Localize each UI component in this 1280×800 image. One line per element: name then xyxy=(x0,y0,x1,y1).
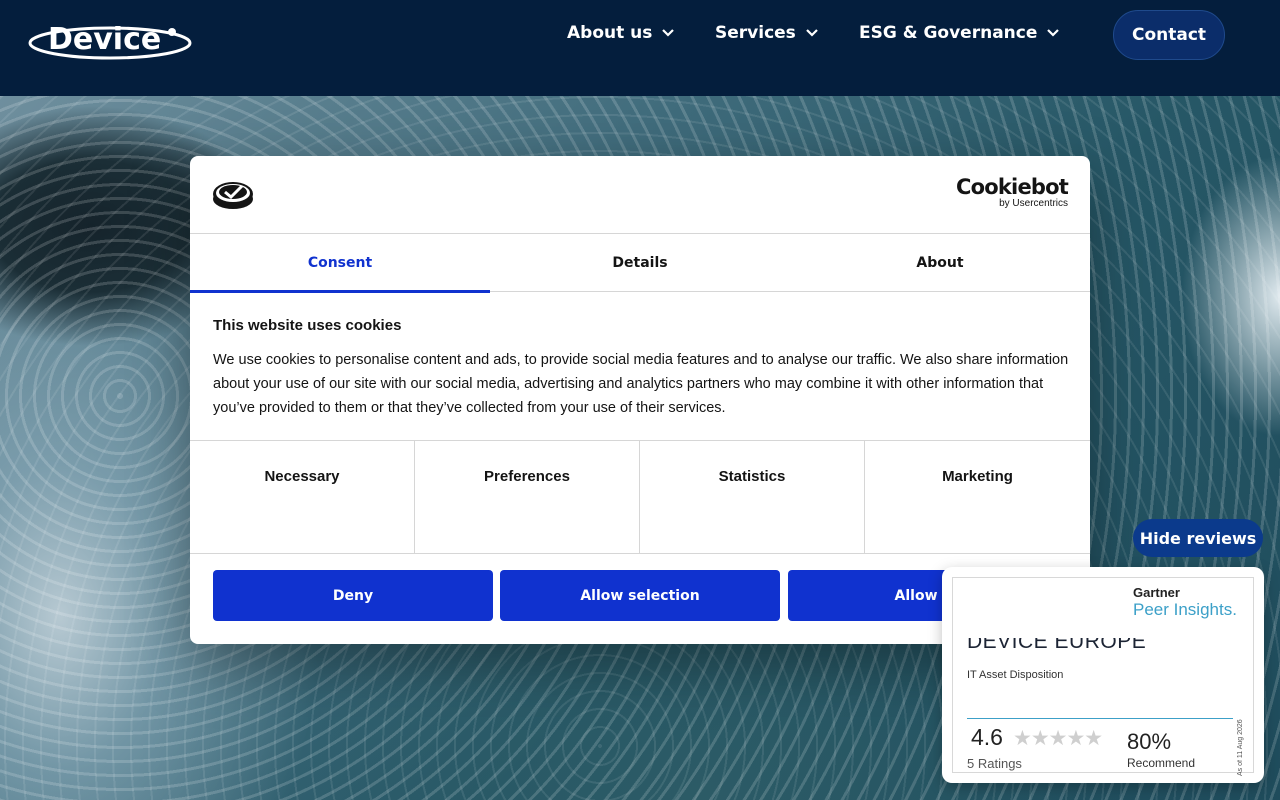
tab-about[interactable]: About xyxy=(790,234,1090,292)
category-label: Statistics xyxy=(718,468,786,485)
category-label: Preferences xyxy=(484,468,570,485)
gartner-logo: Gartner Peer Insights. xyxy=(1133,585,1237,620)
cookiebot-brand-sub: by Usercentrics xyxy=(999,198,1068,209)
nav-services-label: Services xyxy=(715,23,796,43)
deny-button[interactable]: Deny xyxy=(213,570,493,621)
rating-stars-icon: ★★★★★ xyxy=(1013,727,1103,750)
vendor-name-text: DEVICE EUROPE xyxy=(967,638,1147,653)
recommend-label: Recommend xyxy=(1127,756,1196,770)
category-marketing[interactable]: Marketing xyxy=(865,441,1090,554)
chevron-down-icon xyxy=(1047,29,1060,37)
dialog-header: Cookiebot by Usercentrics xyxy=(190,156,1090,234)
recommend-percent: 80% xyxy=(1127,729,1172,754)
site-header: Device About us Services ESG & Governanc… xyxy=(0,0,1280,96)
chevron-down-icon xyxy=(806,29,818,37)
category-label: Marketing xyxy=(942,468,1013,485)
rating-count: 5 Ratings xyxy=(967,756,1022,771)
category-label: Necessary xyxy=(264,468,340,485)
vendor-name: DEVICE EUROPE xyxy=(967,638,1167,664)
nav-esg-governance-label: ESG & Governance xyxy=(859,23,1038,43)
consent-body: We use cookies to personalise content an… xyxy=(213,352,1069,416)
consent-content: This website uses cookies We use cookies… xyxy=(213,317,1073,420)
cookiebot-mark-icon xyxy=(213,182,253,209)
contact-button[interactable]: Contact xyxy=(1113,10,1225,60)
review-category: IT Asset Disposition xyxy=(967,669,1064,681)
nav-about-us-label: About us xyxy=(567,23,653,43)
logo-text: Device xyxy=(48,22,161,57)
review-divider xyxy=(967,718,1233,719)
tab-details[interactable]: Details xyxy=(490,234,790,292)
review-card-inner: Gartner Peer Insights. DEVICE EUROPE IT … xyxy=(952,577,1254,776)
gartner-review-card[interactable]: Gartner Peer Insights. DEVICE EUROPE IT … xyxy=(942,567,1264,783)
cookiebot-brand: Cookiebot xyxy=(956,175,1069,199)
cookiebot-logo[interactable]: Cookiebot by Usercentrics xyxy=(956,175,1069,210)
rating-score: 4.6 xyxy=(971,724,1003,750)
gartner-name: Gartner xyxy=(1133,585,1180,600)
category-preferences[interactable]: Preferences xyxy=(415,441,640,554)
dialog-tabs: Consent Details About xyxy=(190,234,1090,293)
consent-title: This website uses cookies xyxy=(213,317,402,334)
cookie-categories: Necessary Preferences Statistics Marketi… xyxy=(190,440,1090,554)
category-statistics[interactable]: Statistics xyxy=(640,441,865,554)
peer-insights-name: Peer Insights. xyxy=(1133,600,1237,619)
hide-reviews-button[interactable]: Hide reviews xyxy=(1133,519,1263,557)
nav-services[interactable]: Services xyxy=(715,22,818,44)
nav-about-us[interactable]: About us xyxy=(567,22,675,44)
allow-selection-button[interactable]: Allow selection xyxy=(500,570,780,621)
device-logo[interactable]: Device xyxy=(26,16,196,64)
tab-consent[interactable]: Consent xyxy=(190,234,490,293)
chevron-down-icon xyxy=(662,29,675,37)
category-necessary[interactable]: Necessary xyxy=(190,441,415,554)
nav-esg-governance[interactable]: ESG & Governance xyxy=(859,22,1060,44)
as-of-date: As of 11 Aug 2026 xyxy=(1237,719,1244,776)
